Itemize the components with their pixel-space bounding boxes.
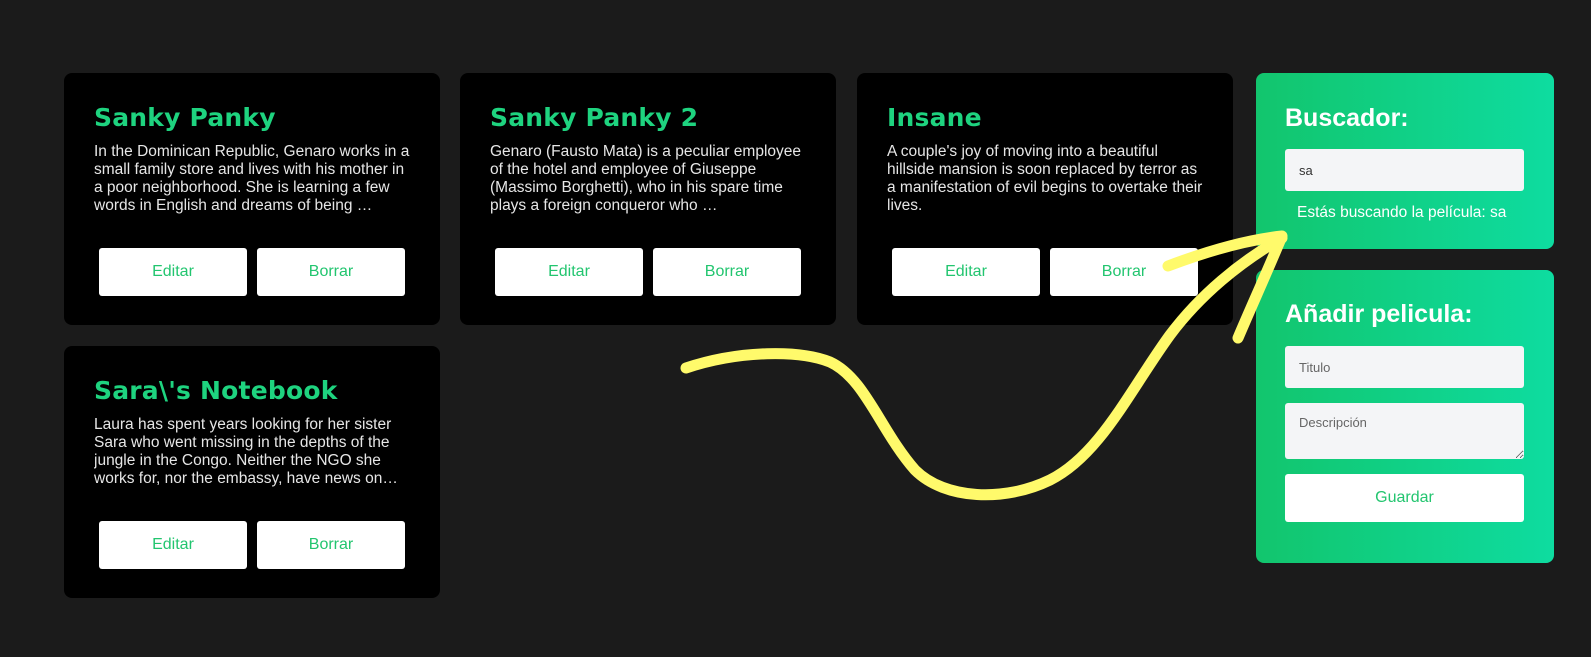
search-panel: Buscador: Estás buscando la película: sa <box>1256 73 1554 249</box>
save-button[interactable]: Guardar <box>1285 474 1524 522</box>
movie-card: Sanky Panky 2 Genaro (Fausto Mata) is a … <box>460 73 836 325</box>
search-title: Buscador: <box>1285 104 1409 132</box>
edit-button[interactable]: Editar <box>892 248 1040 296</box>
movie-description: Genaro (Fausto Mata) is a peculiar emplo… <box>490 143 802 214</box>
search-status: Estás buscando la película: sa <box>1297 204 1507 221</box>
description-field[interactable] <box>1285 403 1524 459</box>
delete-button[interactable]: Borrar <box>257 248 405 296</box>
movie-description: Laura has spent years looking for her si… <box>94 416 398 487</box>
movie-description: In the Dominican Republic, Genaro works … <box>94 143 410 214</box>
edit-button[interactable]: Editar <box>99 248 247 296</box>
movie-title: Insane <box>887 103 982 132</box>
movie-title: Sara\'s Notebook <box>94 376 338 405</box>
movie-description: A couple's joy of moving into a beautifu… <box>887 143 1203 214</box>
movie-title: Sanky Panky 2 <box>490 103 699 132</box>
add-movie-title: Añadir pelicula: <box>1285 300 1473 328</box>
movie-card: Sara\'s Notebook Laura has spent years l… <box>64 346 440 598</box>
delete-button[interactable]: Borrar <box>653 248 801 296</box>
delete-button[interactable]: Borrar <box>257 521 405 569</box>
movie-card: Sanky Panky In the Dominican Republic, G… <box>64 73 440 325</box>
add-movie-panel: Añadir pelicula: Guardar <box>1256 270 1554 563</box>
movie-actions: Editar Borrar <box>99 521 405 569</box>
edit-button[interactable]: Editar <box>495 248 643 296</box>
search-input[interactable] <box>1285 149 1524 191</box>
delete-button[interactable]: Borrar <box>1050 248 1198 296</box>
movie-title: Sanky Panky <box>94 103 276 132</box>
movie-card: Insane A couple's joy of moving into a b… <box>857 73 1233 325</box>
movie-actions: Editar Borrar <box>892 248 1198 296</box>
movie-actions: Editar Borrar <box>99 248 405 296</box>
movie-actions: Editar Borrar <box>495 248 801 296</box>
movie-app: Sanky Panky In the Dominican Republic, G… <box>0 0 1591 657</box>
title-field[interactable] <box>1285 346 1524 388</box>
edit-button[interactable]: Editar <box>99 521 247 569</box>
